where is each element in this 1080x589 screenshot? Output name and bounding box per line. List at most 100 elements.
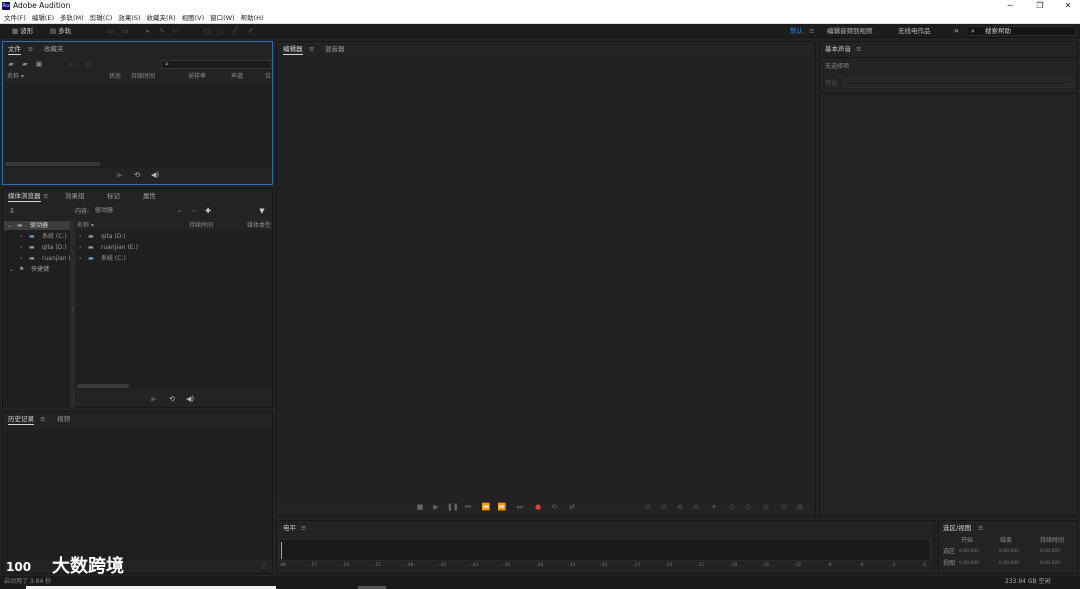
play-icon[interactable]: ▶ bbox=[115, 170, 125, 180]
menu-window[interactable]: 窗口(W) bbox=[208, 12, 237, 24]
slip-tool-icon[interactable]: ⊢ bbox=[171, 26, 181, 36]
delete-icon[interactable]: ▯ bbox=[83, 59, 93, 69]
menu-view[interactable]: 视图(V) bbox=[180, 12, 207, 24]
workspace-menu-icon[interactable]: ≡ bbox=[809, 24, 814, 38]
selection-view-title[interactable]: 选区/视图 bbox=[943, 523, 971, 533]
tab-files[interactable]: 文件 bbox=[8, 44, 21, 55]
add-shortcut-icon[interactable]: ✚ bbox=[203, 206, 213, 216]
zoom-reset-icon[interactable]: ⊙ bbox=[779, 502, 789, 512]
loop-icon[interactable]: ⟲ bbox=[167, 394, 177, 404]
tab-history[interactable]: 历史记录 bbox=[8, 414, 34, 425]
menu-effects[interactable]: 效果(S) bbox=[116, 12, 142, 24]
list-item[interactable]: › ▬ ruanjian (E:) bbox=[76, 243, 272, 252]
history-tab-menu-icon[interactable]: ≡ bbox=[40, 414, 45, 424]
view-end-value[interactable]: 0:00.000 bbox=[999, 561, 1019, 567]
col-samplerate[interactable]: 采样率 bbox=[188, 73, 206, 81]
tab-effects-group[interactable]: 效果组 bbox=[65, 191, 85, 201]
waveform-button[interactable]: ▦ 波形 bbox=[12, 26, 33, 36]
essential-sound-menu-icon[interactable]: ≡ bbox=[856, 44, 861, 54]
history-list[interactable] bbox=[4, 430, 272, 560]
col-duration[interactable]: 持续时间 bbox=[131, 73, 155, 81]
levels-menu-icon[interactable]: ≡ bbox=[301, 523, 306, 533]
menu-edit[interactable]: 编辑(E) bbox=[30, 12, 56, 24]
zoom-menu-icon[interactable]: ⊠ bbox=[795, 502, 805, 512]
selection-duration-value[interactable]: 0:00.000 bbox=[1040, 549, 1060, 555]
filter-icon[interactable]: ▼ bbox=[257, 206, 267, 216]
back-icon[interactable]: ⇦ bbox=[189, 206, 199, 216]
pause-icon[interactable]: ❚❚ bbox=[447, 502, 459, 512]
view-duration-value[interactable]: 0:00.000 bbox=[1040, 561, 1060, 567]
zoom-right-icon[interactable]: ⊙ bbox=[759, 502, 773, 512]
autoplay-icon[interactable]: ◀) bbox=[148, 170, 162, 180]
workspace-default[interactable]: 默认 bbox=[790, 24, 803, 38]
col-channels[interactable]: 声道 bbox=[231, 73, 243, 81]
menu-help[interactable]: 帮助(H) bbox=[239, 12, 266, 24]
insert-icon[interactable]: ▵ bbox=[66, 59, 76, 69]
delete-icon[interactable]: ▯ bbox=[259, 561, 269, 571]
content-select[interactable]: 驱动器 ⌄ bbox=[95, 206, 185, 216]
col-media-type[interactable]: 媒体类型 bbox=[247, 222, 271, 230]
tree-item-d-drive[interactable]: › ▬ qita (D:) bbox=[4, 243, 70, 252]
list-item[interactable]: › ▬ 系统 (C:) bbox=[76, 254, 272, 263]
selection-end-value[interactable]: 0:00.000 bbox=[999, 549, 1019, 555]
col-duration[interactable]: 持续时间 bbox=[189, 222, 213, 230]
brush-tool-icon[interactable]: ╱ bbox=[230, 26, 240, 36]
essential-sound-title[interactable]: 基本声音 bbox=[825, 44, 851, 54]
zoom-amplitude-in-icon[interactable]: ⊘ bbox=[643, 502, 653, 512]
skip-end-icon[interactable]: ⏭ bbox=[515, 502, 525, 512]
tree-item-shortcuts[interactable]: ⌄ ⚑ 快捷键 bbox=[4, 265, 70, 274]
tab-media-browser[interactable]: 媒体浏览器 bbox=[8, 191, 41, 202]
col-status[interactable]: 状态 bbox=[109, 73, 121, 81]
tab-favorites[interactable]: 收藏夹 bbox=[44, 44, 64, 54]
workspace-video[interactable]: 编辑音频到视频 bbox=[827, 24, 873, 38]
skip-selection-icon[interactable]: ⇄ bbox=[566, 502, 578, 512]
menu-multitrack[interactable]: 多轨(M) bbox=[58, 12, 86, 24]
col-name[interactable]: 名称 ▾ bbox=[7, 73, 24, 81]
zoom-full-icon[interactable]: ✦ bbox=[709, 502, 719, 512]
levels-title[interactable]: 电平 bbox=[283, 523, 296, 533]
files-tab-menu-icon[interactable]: ≡ bbox=[28, 44, 33, 54]
media-tab-menu-icon[interactable]: ≡ bbox=[43, 191, 48, 201]
tab-properties[interactable]: 属性 bbox=[143, 191, 156, 201]
col-name[interactable]: 名称 ▾ bbox=[77, 222, 94, 230]
lasso-tool-icon[interactable]: ◌ bbox=[216, 26, 226, 36]
autoplay-icon[interactable]: ◀) bbox=[183, 394, 197, 404]
tree-splitter[interactable]: ⋮ bbox=[70, 220, 75, 408]
import-icon[interactable]: ▰ bbox=[20, 59, 30, 69]
selection-start-value[interactable]: 0:00.000 bbox=[959, 549, 979, 555]
rewind-icon[interactable]: ⏪ bbox=[481, 502, 491, 512]
editor-tab-menu-icon[interactable]: ≡ bbox=[309, 44, 314, 54]
editor-canvas[interactable] bbox=[278, 56, 815, 502]
drive-icon[interactable]: ⇩ bbox=[6, 206, 18, 216]
minimize-icon[interactable]: ─ bbox=[996, 0, 1024, 12]
close-icon[interactable]: ✕ bbox=[1054, 0, 1080, 12]
fast-forward-icon[interactable]: ⏩ bbox=[497, 502, 507, 512]
razor-tool-icon[interactable]: ✎ bbox=[157, 26, 167, 36]
media-scrollbar[interactable] bbox=[77, 384, 129, 388]
help-search-input[interactable]: ⌕ 搜索帮助 bbox=[966, 26, 1076, 36]
preset-select[interactable]: ⌄ bbox=[843, 78, 1074, 88]
loop-icon[interactable]: ⟲ bbox=[132, 170, 142, 180]
tree-item-c-drive[interactable]: › ▬ 系统 (C:) bbox=[4, 232, 70, 241]
spectral-icon[interactable]: ▭ bbox=[105, 26, 115, 36]
files-search-input[interactable]: ⌕ bbox=[161, 60, 271, 69]
maximize-icon[interactable]: ❐ bbox=[1026, 0, 1054, 12]
new-file-icon[interactable]: ▣ bbox=[34, 59, 44, 69]
stop-icon[interactable]: ■ bbox=[415, 502, 425, 512]
zoom-amplitude-out-icon[interactable]: ⊘ bbox=[659, 502, 669, 512]
workspace-radio[interactable]: 无线电作品 bbox=[898, 24, 931, 38]
menu-clip[interactable]: 剪辑(C) bbox=[88, 12, 115, 24]
tree-item-e-drive[interactable]: › ▬ ruanjian (E:) bbox=[4, 254, 70, 263]
files-list[interactable] bbox=[4, 82, 272, 168]
menu-file[interactable]: 文件(F) bbox=[2, 12, 28, 24]
tab-editor[interactable]: 编辑器 bbox=[283, 44, 303, 55]
tab-markers[interactable]: 标记 bbox=[107, 191, 120, 201]
more-workspaces-icon[interactable]: » bbox=[954, 24, 959, 38]
view-start-value[interactable]: 0:00.000 bbox=[959, 561, 979, 567]
tree-item-drives[interactable]: ⌄ ▬ 驱动器 bbox=[4, 221, 70, 230]
zoom-in-icon[interactable]: ⊕ bbox=[675, 502, 685, 512]
zoom-left-icon[interactable]: ⊙ bbox=[743, 502, 753, 512]
multitrack-button[interactable]: ▤ 多轨 bbox=[50, 26, 71, 36]
skip-start-icon[interactable]: ⏮ bbox=[463, 502, 473, 512]
play-icon[interactable]: ▶ bbox=[431, 502, 441, 512]
